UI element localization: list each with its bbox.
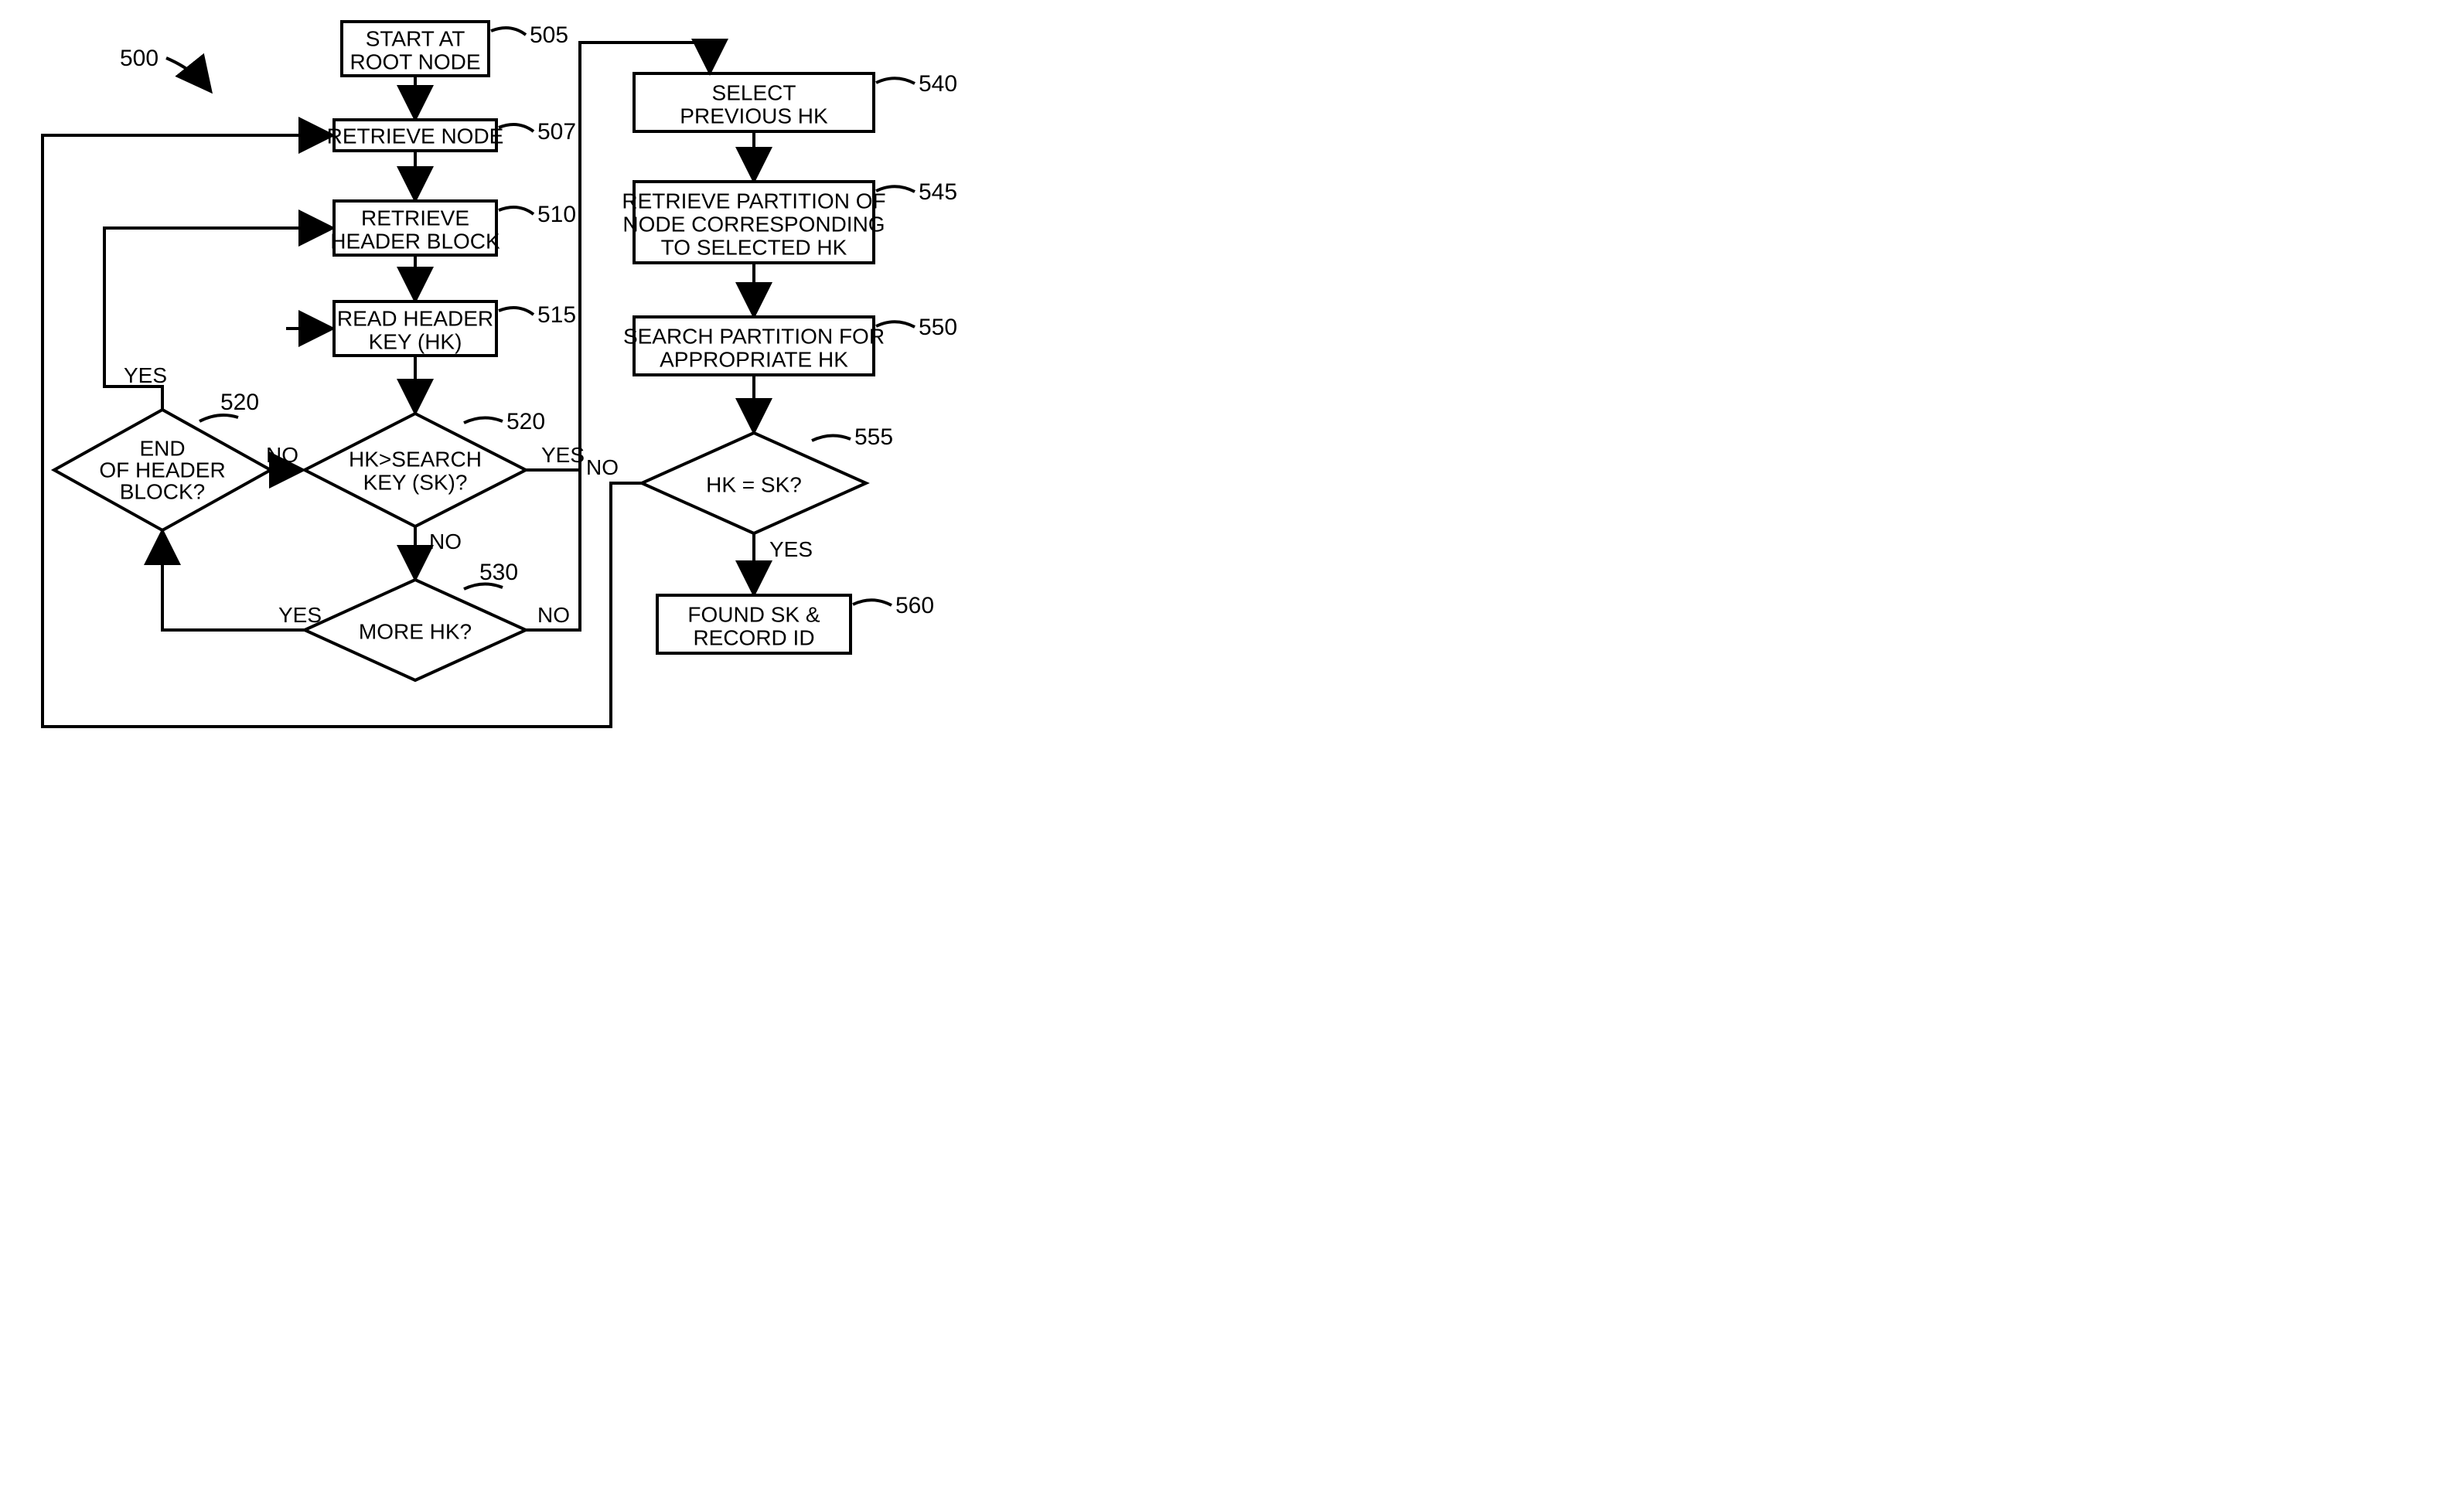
text-rp-1: RETRIEVE PARTITION OF: [622, 189, 885, 213]
text-rh-2: HEADER BLOCK: [330, 229, 500, 253]
ref-507: 507: [537, 119, 576, 145]
text-retrieve-node: RETRIEVE NODE: [327, 124, 504, 148]
text-hksk-2: KEY (SK)?: [363, 470, 468, 494]
branch-no-eoh: NO: [266, 443, 298, 467]
ref-545: 545: [919, 179, 957, 205]
branch-yes-hkeq: YES: [769, 537, 813, 561]
ref-530: 530: [479, 560, 518, 585]
ref-505: 505: [530, 22, 568, 48]
text-eoh-3: BLOCK?: [120, 479, 206, 503]
ref-520a-curve: [199, 415, 238, 421]
ref-520a: 520: [220, 390, 259, 415]
text-fsk-1: FOUND SK &: [687, 602, 820, 626]
flowchart-svg: 500 START AT ROOT NODE 505 RETRIEVE NODE…: [0, 0, 1219, 756]
text-morehk: MORE HK?: [359, 619, 472, 643]
ref-555: 555: [854, 424, 893, 450]
ref-510: 510: [537, 202, 576, 227]
branch-no-hksk: NO: [429, 530, 462, 553]
text-rp-2: NODE CORRESPONDING: [622, 212, 885, 236]
text-fsk-2: RECORD ID: [693, 625, 814, 649]
text-sp-1: SEARCH PARTITION FOR: [623, 324, 885, 348]
text-sp-2: APPROPRIATE HK: [660, 347, 848, 371]
ref-515: 515: [537, 302, 576, 328]
ref-540: 540: [919, 71, 957, 97]
ref-520b: 520: [506, 409, 545, 434]
text-start-root-1: START AT: [366, 26, 465, 50]
branch-no-morehk: NO: [537, 603, 570, 627]
ref-550: 550: [919, 315, 957, 340]
branch-yes-hksk: YES: [541, 443, 585, 467]
text-hksk-1: HK>SEARCH: [349, 447, 482, 471]
text-rhk-1: READ HEADER: [337, 306, 493, 330]
ref-540-curve: [876, 78, 915, 83]
text-start-root-2: ROOT NODE: [350, 49, 480, 73]
text-rp-3: TO SELECTED HK: [661, 235, 847, 259]
text-rhk-2: KEY (HK): [369, 329, 462, 353]
ref-560: 560: [895, 593, 934, 618]
ref-560-curve: [853, 600, 892, 605]
ref-505-curve: [491, 28, 526, 35]
text-hkeqsk: HK = SK?: [706, 472, 802, 496]
branch-yes-morehk: YES: [278, 603, 322, 627]
figure-ref-arrow: [166, 58, 209, 89]
text-sph-2: PREVIOUS HK: [680, 104, 828, 128]
text-sph-1: SELECT: [712, 80, 796, 104]
text-eoh-1: END: [139, 436, 185, 460]
text-eoh-2: OF HEADER: [99, 458, 225, 482]
branch-no-hkeq: NO: [586, 455, 619, 479]
branch-yes-eoh: YES: [124, 363, 167, 387]
ref-510-curve: [499, 207, 534, 214]
ref-520b-curve: [464, 417, 503, 423]
ref-515-curve: [499, 308, 534, 315]
ref-555-curve: [812, 435, 851, 441]
figure-ref: 500: [120, 46, 159, 71]
ref-507-curve: [499, 124, 534, 131]
text-rh-1: RETRIEVE: [361, 206, 469, 230]
